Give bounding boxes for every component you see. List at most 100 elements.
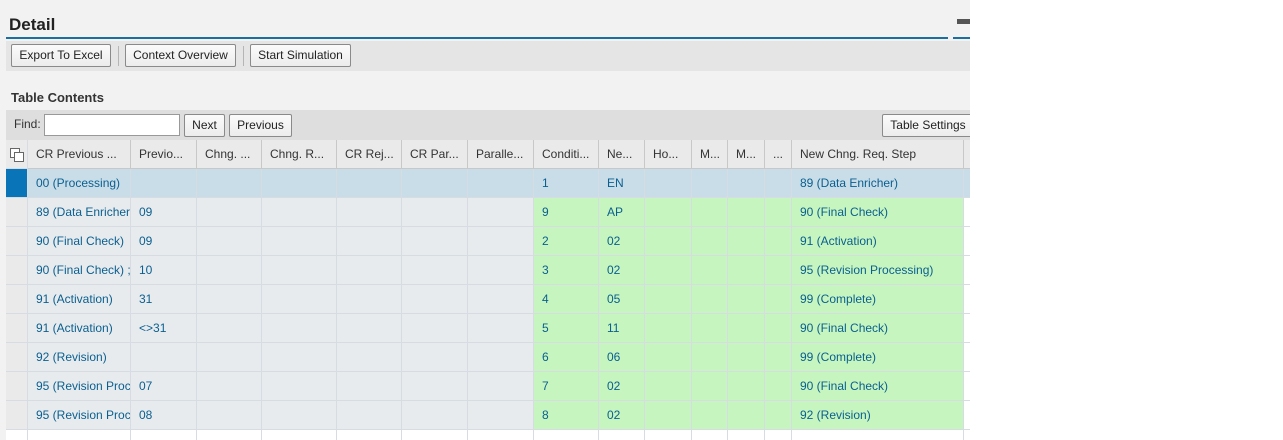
find-input[interactable]: [44, 114, 180, 136]
column-header[interactable]: Ho...: [645, 140, 692, 169]
table-cell[interactable]: 07: [131, 372, 197, 401]
table-cell[interactable]: [262, 285, 337, 314]
table-cell[interactable]: 8: [534, 401, 599, 430]
table-cell[interactable]: [645, 256, 692, 285]
table-cell[interactable]: 11: [599, 314, 645, 343]
table-cell[interactable]: 95 (Revision Processing): [28, 372, 131, 401]
table-cell[interactable]: [765, 343, 792, 372]
column-header[interactable]: ...: [765, 140, 792, 169]
table-cell[interactable]: 4: [534, 285, 599, 314]
table-cell[interactable]: 90 (Final Check): [28, 227, 131, 256]
column-header[interactable]: CR Previous ...: [28, 140, 131, 169]
table-cell[interactable]: [765, 285, 792, 314]
collapse-icon[interactable]: [957, 19, 970, 24]
table-cell[interactable]: [468, 401, 534, 430]
column-header[interactable]: Paralle...: [468, 140, 534, 169]
table-cell[interactable]: [765, 256, 792, 285]
table-cell[interactable]: 89 (Data Enricher): [28, 198, 131, 227]
table-cell[interactable]: [765, 314, 792, 343]
table-cell[interactable]: [728, 343, 765, 372]
table-cell[interactable]: [197, 401, 262, 430]
table-cell[interactable]: 09: [131, 227, 197, 256]
column-header[interactable]: M...: [692, 140, 728, 169]
table-cell[interactable]: [645, 198, 692, 227]
next-button[interactable]: Next: [184, 114, 225, 137]
row-selector[interactable]: [6, 169, 28, 198]
table-cell[interactable]: [645, 372, 692, 401]
table-cell[interactable]: 2: [534, 227, 599, 256]
table-cell[interactable]: 89 (Data Enricher): [792, 169, 964, 198]
table-cell[interactable]: [728, 227, 765, 256]
table-cell[interactable]: [692, 227, 728, 256]
table-cell[interactable]: [337, 401, 402, 430]
table-cell[interactable]: [337, 169, 402, 198]
table-cell[interactable]: [645, 343, 692, 372]
column-header[interactable]: M...: [728, 140, 765, 169]
table-cell[interactable]: [337, 256, 402, 285]
table-cell[interactable]: 31: [131, 285, 197, 314]
table-cell[interactable]: 90 (Final Check): [792, 314, 964, 343]
table-cell[interactable]: [402, 198, 468, 227]
table-cell[interactable]: [468, 198, 534, 227]
table-cell[interactable]: [468, 227, 534, 256]
row-selector[interactable]: [6, 401, 28, 430]
table-cell[interactable]: [262, 256, 337, 285]
table-cell[interactable]: [728, 372, 765, 401]
table-cell[interactable]: 91 (Activation): [28, 285, 131, 314]
table-cell[interactable]: 99 (Complete): [792, 285, 964, 314]
table-cell[interactable]: [468, 314, 534, 343]
table-cell[interactable]: [728, 198, 765, 227]
table-cell[interactable]: [197, 285, 262, 314]
table-cell[interactable]: 02: [599, 256, 645, 285]
table-cell[interactable]: 00 (Processing): [28, 169, 131, 198]
table-cell[interactable]: [402, 372, 468, 401]
table-cell[interactable]: [197, 372, 262, 401]
table-cell[interactable]: [197, 314, 262, 343]
table-cell[interactable]: [692, 198, 728, 227]
table-cell[interactable]: 95 (Revision Processing): [28, 401, 131, 430]
column-header[interactable]: CR Rej...: [337, 140, 402, 169]
table-cell[interactable]: 1: [534, 169, 599, 198]
table-cell[interactable]: 91 (Activation): [792, 227, 964, 256]
table-cell[interactable]: [262, 372, 337, 401]
table-cell[interactable]: [197, 343, 262, 372]
table-cell[interactable]: [692, 285, 728, 314]
table-cell[interactable]: 90 (Final Check): [792, 372, 964, 401]
table-cell[interactable]: [692, 372, 728, 401]
table-cell[interactable]: [728, 314, 765, 343]
row-selector[interactable]: [6, 314, 28, 343]
table-cell[interactable]: [765, 169, 792, 198]
table-cell[interactable]: [468, 256, 534, 285]
table-cell[interactable]: 02: [599, 401, 645, 430]
table-cell[interactable]: [765, 372, 792, 401]
table-cell[interactable]: [765, 227, 792, 256]
table-cell[interactable]: [131, 169, 197, 198]
table-cell[interactable]: 08: [131, 401, 197, 430]
table-cell[interactable]: [337, 285, 402, 314]
table-cell[interactable]: [692, 169, 728, 198]
row-selector[interactable]: [6, 372, 28, 401]
column-header[interactable]: CR Par...: [402, 140, 468, 169]
table-cell[interactable]: EN: [599, 169, 645, 198]
export-to-excel-button[interactable]: Export To Excel: [11, 44, 111, 67]
table-cell[interactable]: [262, 401, 337, 430]
table-settings-button[interactable]: Table Settings: [882, 114, 970, 137]
table-cell[interactable]: 3: [534, 256, 599, 285]
table-cell[interactable]: [337, 343, 402, 372]
table-cell[interactable]: 92 (Revision): [792, 401, 964, 430]
row-selector[interactable]: [6, 256, 28, 285]
table-cell[interactable]: [402, 401, 468, 430]
table-cell[interactable]: [262, 314, 337, 343]
table-cell[interactable]: [262, 169, 337, 198]
table-cell[interactable]: [692, 401, 728, 430]
table-cell[interactable]: [402, 169, 468, 198]
table-cell[interactable]: [262, 227, 337, 256]
column-header[interactable]: New Chng. Req. Step: [792, 140, 964, 169]
table-cell[interactable]: [402, 343, 468, 372]
previous-button[interactable]: Previous: [229, 114, 292, 137]
table-cell[interactable]: [337, 372, 402, 401]
table-cell[interactable]: [337, 198, 402, 227]
table-cell[interactable]: 06: [599, 343, 645, 372]
table-cell[interactable]: 09: [131, 198, 197, 227]
context-overview-button[interactable]: Context Overview: [125, 44, 236, 67]
